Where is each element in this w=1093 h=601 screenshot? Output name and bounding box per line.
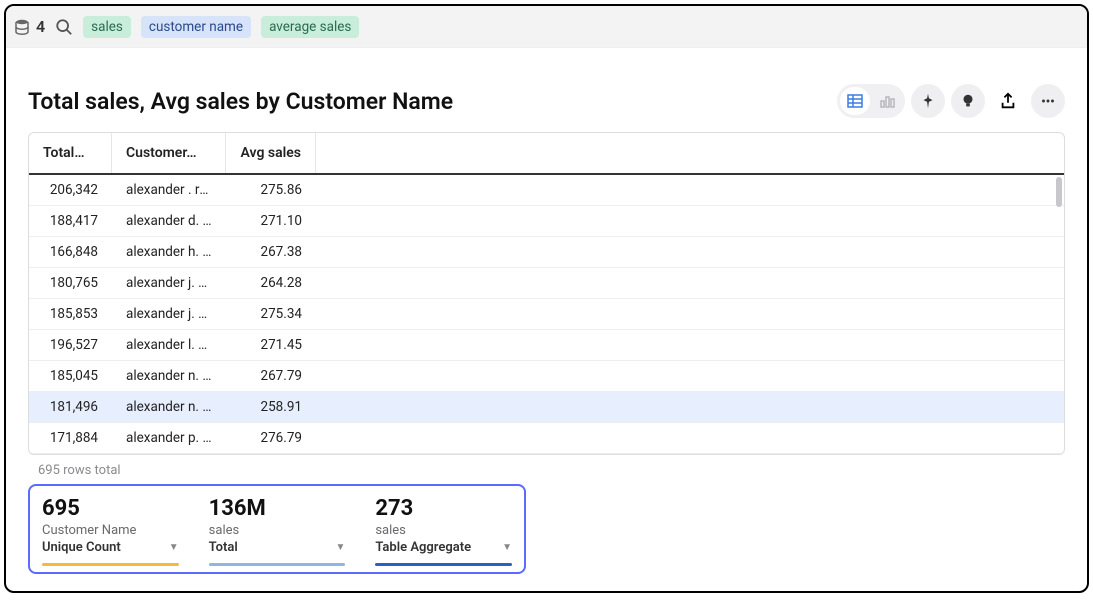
- cell-customer: alexander j. harris: [112, 306, 226, 322]
- cell-customer: alexander n. far…: [112, 399, 226, 415]
- table-row[interactable]: 188,417alexander d. w…271.10: [29, 206, 1064, 237]
- scrollbar-thumb[interactable]: [1056, 177, 1062, 207]
- cell-avg: 275.34: [226, 306, 316, 322]
- cell-avg: 276.79: [226, 430, 316, 446]
- summary-label: sales: [209, 523, 346, 538]
- column-header-customer[interactable]: Customer…: [112, 133, 226, 173]
- table-header: Total… Customer… Avg sales: [29, 133, 1064, 175]
- data-source-chip[interactable]: 4: [14, 17, 45, 36]
- search-icon[interactable]: [55, 18, 73, 36]
- cell-avg: 271.10: [226, 213, 316, 229]
- pin-button[interactable]: [911, 84, 945, 118]
- cell-avg: 267.79: [226, 368, 316, 384]
- cell-total: 206,342: [29, 182, 112, 198]
- cell-avg: 258.91: [226, 399, 316, 415]
- chart-icon: [879, 93, 895, 109]
- table-icon: [847, 93, 863, 109]
- cell-total: 185,045: [29, 368, 112, 384]
- insights-button[interactable]: [951, 84, 985, 118]
- more-icon: [1039, 92, 1057, 110]
- table-row[interactable]: 206,342alexander . roy275.86: [29, 175, 1064, 206]
- share-button[interactable]: [991, 84, 1025, 118]
- cell-avg: 271.45: [226, 337, 316, 353]
- lightbulb-icon: [959, 92, 977, 110]
- summary-aggregate-select[interactable]: Table Aggregate▼: [375, 540, 512, 555]
- table-row[interactable]: 185,045alexander n. br…267.79: [29, 361, 1064, 392]
- summary-item-sales-aggregate: 273 sales Table Aggregate▼: [375, 496, 512, 566]
- cell-customer: alexander p. ba…: [112, 430, 226, 446]
- cell-total: 181,496: [29, 399, 112, 415]
- table-row[interactable]: 185,853alexander j. harris275.34: [29, 299, 1064, 330]
- data-source-count: 4: [36, 17, 45, 36]
- view-toggle: [837, 84, 905, 118]
- data-table: Total… Customer… Avg sales 206,342alexan…: [28, 132, 1065, 455]
- chevron-down-icon: ▼: [335, 542, 345, 553]
- chevron-down-icon: ▼: [169, 542, 179, 553]
- page-title: Total sales, Avg sales by Customer Name: [28, 88, 453, 115]
- summary-bar: [209, 563, 346, 566]
- search-tag-customer-name[interactable]: customer name: [141, 16, 251, 38]
- rows-total-label: 695 rows total: [38, 463, 1065, 478]
- cell-customer: alexander . roy: [112, 182, 226, 198]
- summary-label: Customer Name: [42, 523, 179, 538]
- summary-aggregate-select[interactable]: Total▼: [209, 540, 346, 555]
- table-view-button[interactable]: [840, 87, 870, 115]
- summary-aggregate-select[interactable]: Unique Count▼: [42, 540, 179, 555]
- summary-value: 273: [375, 496, 512, 521]
- cell-customer: alexander j. ga…: [112, 275, 226, 291]
- summary-bar: [375, 563, 512, 566]
- actions-bar: [837, 84, 1065, 118]
- chevron-down-icon: ▼: [502, 542, 512, 553]
- cell-avg: 275.86: [226, 182, 316, 198]
- column-header-total[interactable]: Total…: [29, 133, 112, 173]
- cell-customer: alexander d. w…: [112, 213, 226, 229]
- cell-customer: alexander n. br…: [112, 368, 226, 384]
- table-body[interactable]: 206,342alexander . roy275.86188,417alexa…: [29, 175, 1064, 454]
- summary-item-customer-count: 695 Customer Name Unique Count▼: [42, 496, 179, 566]
- table-row[interactable]: 181,496alexander n. far…258.91: [29, 392, 1064, 423]
- column-header-avg[interactable]: Avg sales: [226, 133, 316, 173]
- chart-view-button[interactable]: [872, 87, 902, 115]
- cell-total: 180,765: [29, 275, 112, 291]
- cell-customer: alexander h. jo…: [112, 244, 226, 260]
- summary-panel: 695 Customer Name Unique Count▼ 136M sal…: [28, 484, 526, 574]
- table-row[interactable]: 196,527alexander l. mc…271.45: [29, 330, 1064, 361]
- cell-total: 185,853: [29, 306, 112, 322]
- search-tag-sales[interactable]: sales: [83, 16, 131, 38]
- cell-customer: alexander l. mc…: [112, 337, 226, 353]
- search-tag-average-sales[interactable]: average sales: [261, 16, 359, 38]
- summary-label: sales: [375, 523, 512, 538]
- pin-icon: [919, 92, 937, 110]
- database-icon: [14, 19, 30, 35]
- table-row[interactable]: 166,848alexander h. jo…267.38: [29, 237, 1064, 268]
- more-button[interactable]: [1031, 84, 1065, 118]
- cell-avg: 264.28: [226, 275, 316, 291]
- summary-item-sales-total: 136M sales Total▼: [209, 496, 346, 566]
- summary-value: 136M: [209, 496, 346, 521]
- cell-total: 166,848: [29, 244, 112, 260]
- cell-total: 171,884: [29, 430, 112, 446]
- share-icon: [999, 92, 1017, 110]
- summary-bar: [42, 563, 179, 566]
- cell-total: 188,417: [29, 213, 112, 229]
- summary-value: 695: [42, 496, 179, 521]
- table-row[interactable]: 171,884alexander p. ba…276.79: [29, 423, 1064, 454]
- cell-avg: 267.38: [226, 244, 316, 260]
- table-row[interactable]: 180,765alexander j. ga…264.28: [29, 268, 1064, 299]
- cell-total: 196,527: [29, 337, 112, 353]
